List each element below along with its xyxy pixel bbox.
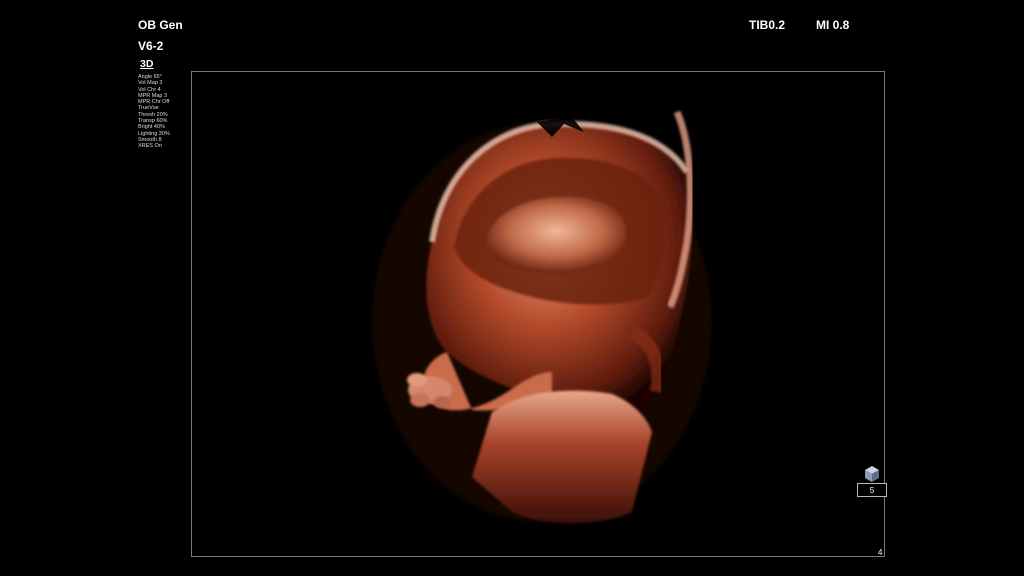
mi-readout: MI 0.8 [816,18,850,32]
corner-number: 4 [878,548,883,557]
tib-readout: TIB0.2 [749,18,786,32]
imaging-parameters-list: Angle 65° Vol Map 3 Vol Chr 4 MPR Map 3 … [138,74,170,150]
volume-render-viewport[interactable] [191,71,885,557]
fetal-head-render [372,110,712,524]
cube-icon[interactable] [864,465,880,483]
frame-number-box: 5 [857,483,887,497]
param-xres: XRES On [138,143,162,150]
probe-label: V6-2 [138,39,164,53]
preset-label: OB Gen [138,18,183,32]
mode-label-3d[interactable]: 3D [140,58,153,70]
